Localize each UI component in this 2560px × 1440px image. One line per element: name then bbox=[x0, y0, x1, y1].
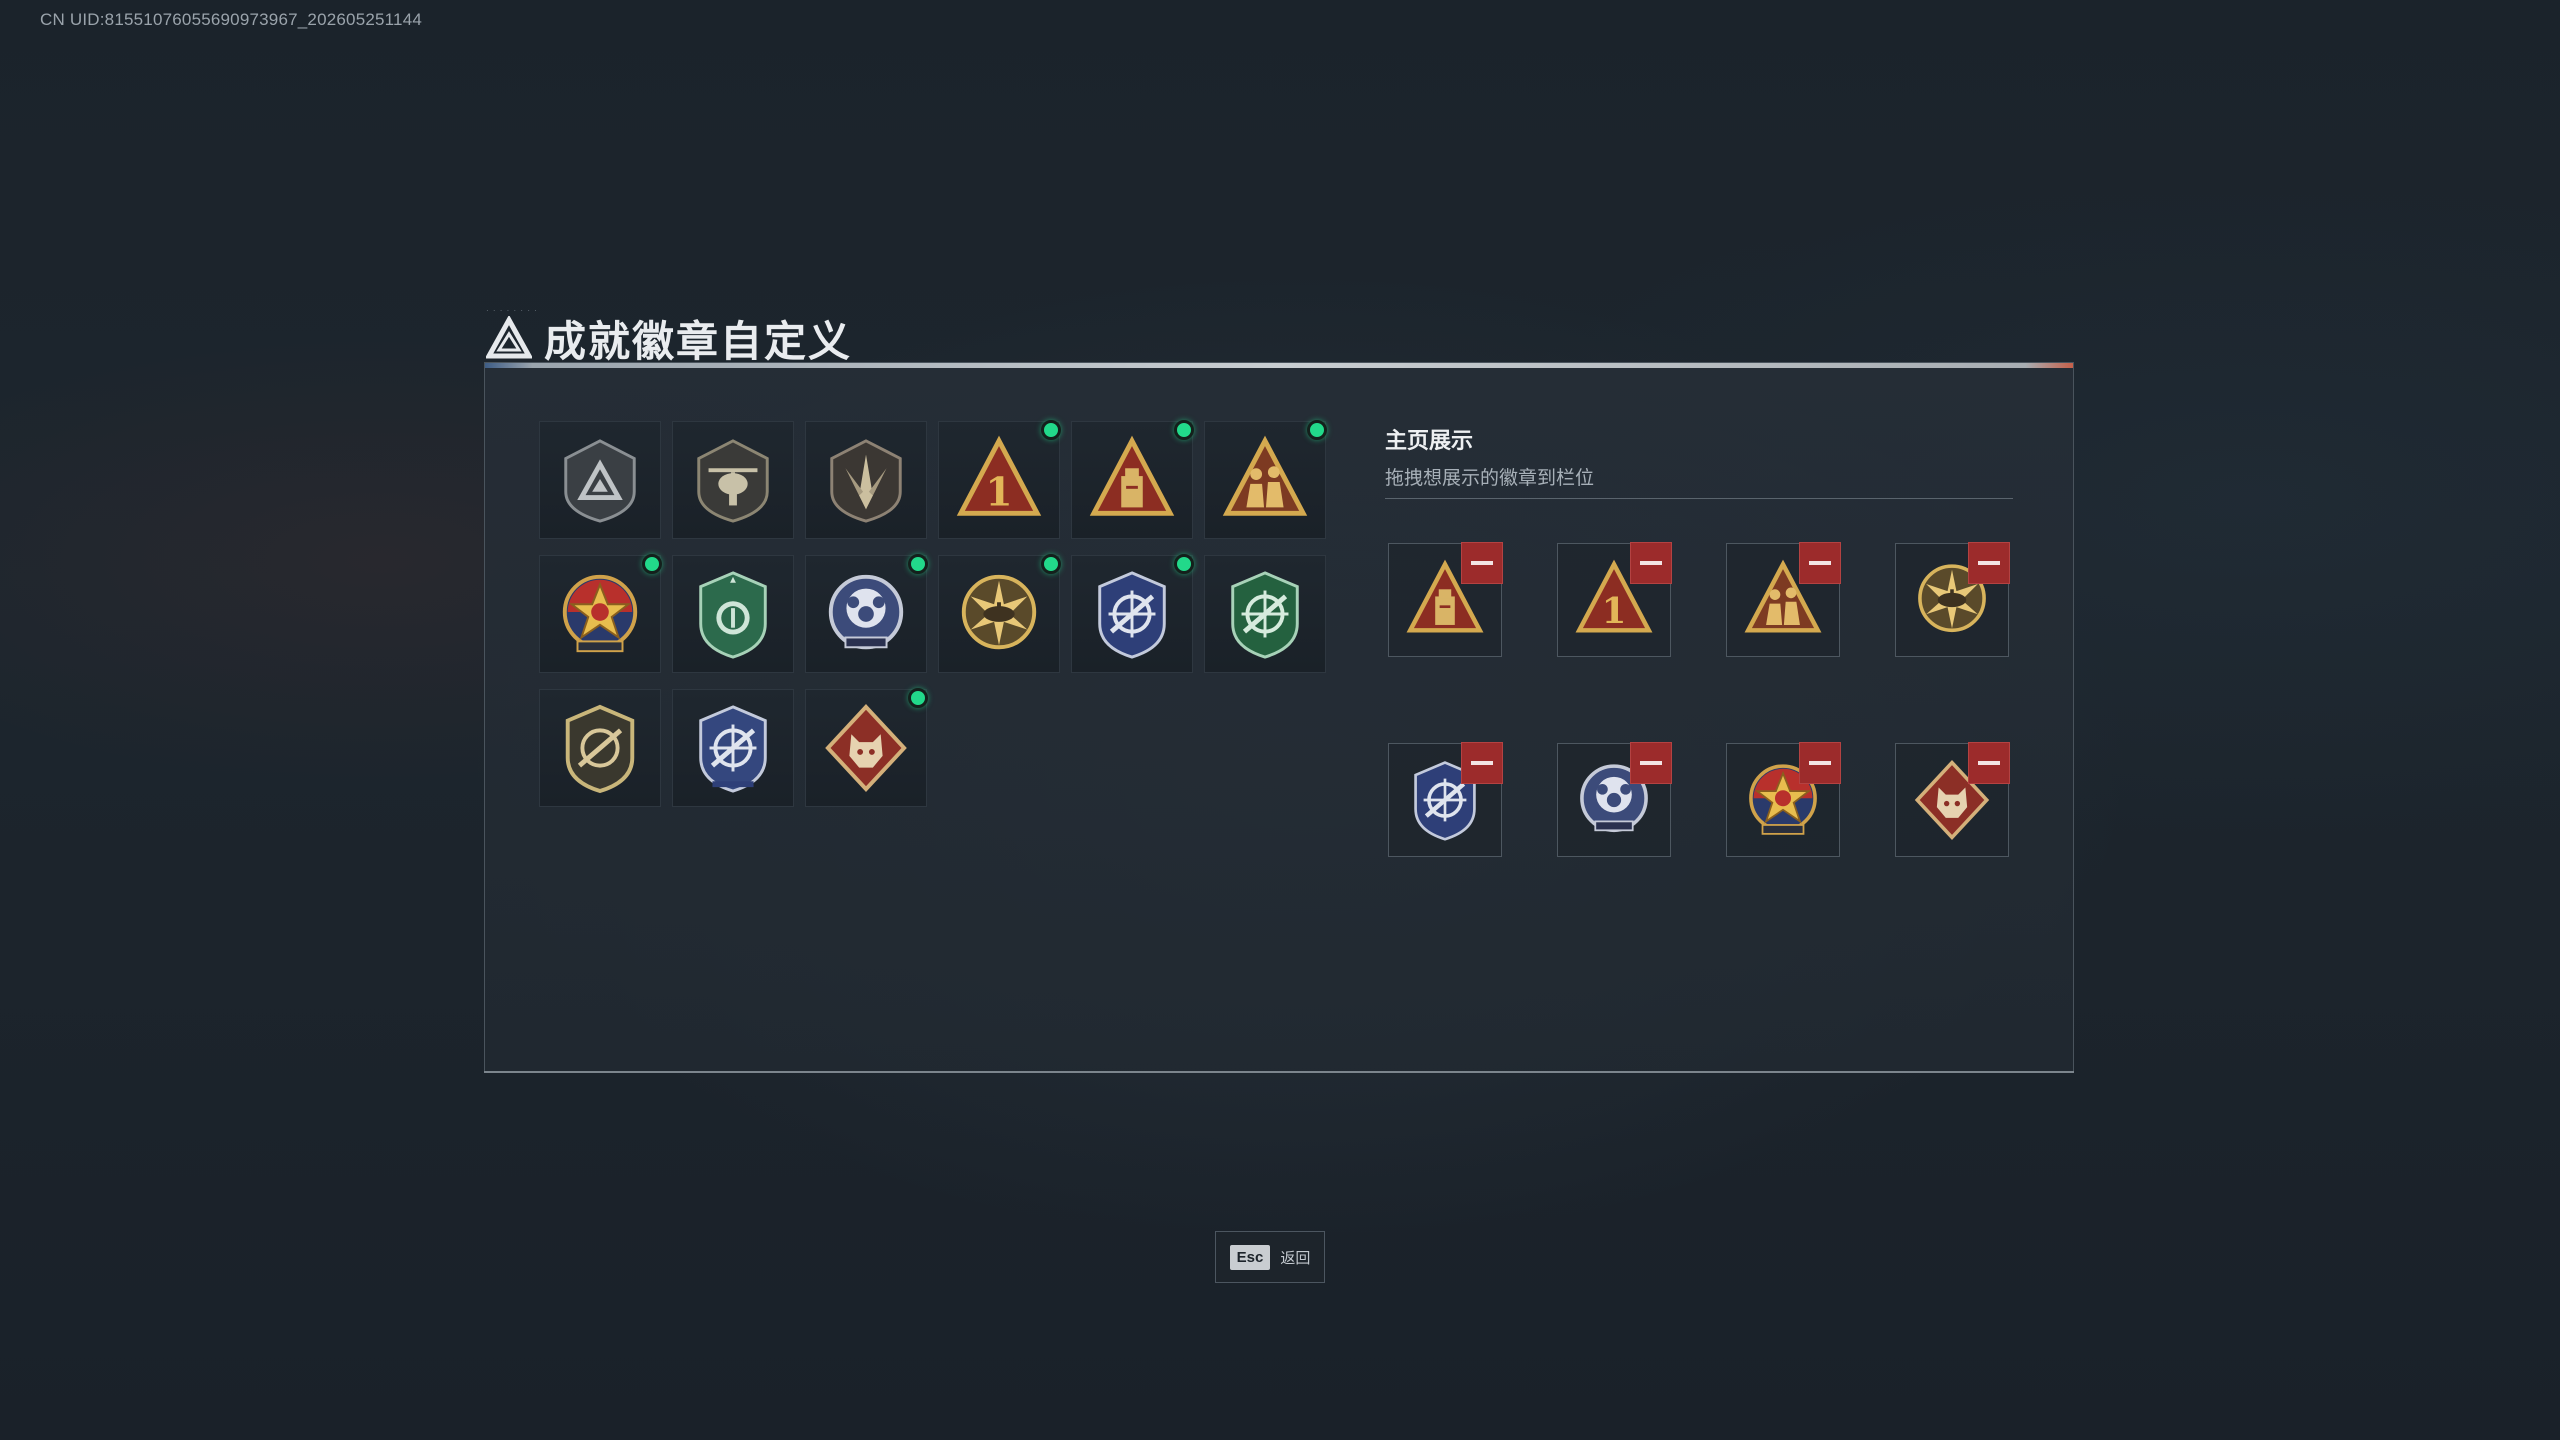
showcase-divider bbox=[1385, 498, 2013, 499]
remove-badge-button[interactable] bbox=[1461, 542, 1503, 584]
triangle-logo-icon bbox=[486, 315, 532, 358]
badge-cell-dark-shield-triangle-badge[interactable] bbox=[539, 421, 661, 539]
showcase-title: 主页展示 bbox=[1385, 428, 1474, 453]
badge-cell-blue-crosshair-rifle-badge-alt[interactable] bbox=[672, 689, 794, 807]
blue-crosshair-rifle-badge-icon bbox=[1098, 571, 1166, 659]
red-triangle-number-one-badge-icon: 1 bbox=[956, 435, 1042, 516]
gold-sunburst-tank-badge-icon bbox=[961, 574, 1037, 650]
page-header: 成就徽章自定义 bbox=[486, 308, 852, 369]
dark-shield-blade-badge-icon bbox=[830, 439, 902, 523]
minus-icon bbox=[1640, 561, 1662, 565]
dark-shield-triangle-badge-icon bbox=[564, 439, 636, 523]
minus-icon bbox=[1978, 561, 2000, 565]
badge-cell-green-shield-badge[interactable] bbox=[672, 555, 794, 673]
blue-crosshair-rifle-badge-alt-icon bbox=[699, 705, 767, 793]
remove-badge-button[interactable] bbox=[1968, 742, 2010, 784]
minus-icon bbox=[1640, 761, 1662, 765]
back-button[interactable]: Esc 返回 bbox=[1215, 1231, 1325, 1283]
new-indicator-dot bbox=[1041, 420, 1061, 440]
showcase-subtitle: 拖拽想展示的徽章到栏位 bbox=[1385, 468, 1595, 489]
new-indicator-dot bbox=[1307, 420, 1327, 440]
minus-icon bbox=[1471, 561, 1493, 565]
remove-badge-button[interactable] bbox=[1461, 742, 1503, 784]
new-indicator-dot bbox=[908, 688, 928, 708]
minus-icon bbox=[1978, 761, 2000, 765]
new-indicator-dot bbox=[1174, 420, 1194, 440]
remove-badge-button[interactable] bbox=[1968, 542, 2010, 584]
badge-customize-panel: 1 主页展示 拖拽想展示的徽章到栏位 1 bbox=[484, 362, 2074, 1073]
showcase-slot-2[interactable]: 1 bbox=[1557, 542, 1672, 657]
svg-text:1: 1 bbox=[1602, 591, 1627, 632]
showcase-slot-3[interactable] bbox=[1726, 542, 1841, 657]
badge-cell-gold-shield-rifle-badge[interactable] bbox=[539, 689, 661, 807]
back-label: 返回 bbox=[1280, 1249, 1311, 1267]
showcase-slot-4[interactable] bbox=[1895, 542, 2010, 657]
gold-shield-rifle-badge-icon bbox=[565, 704, 635, 793]
new-indicator-dot bbox=[1041, 554, 1061, 574]
showcase-slot-8[interactable] bbox=[1895, 742, 2010, 857]
blue-paws-badge-icon bbox=[828, 574, 904, 650]
panel-bottom-line bbox=[484, 1071, 2074, 1073]
showcase-header: 主页展示 拖拽想展示的徽章到栏位 bbox=[1385, 423, 1594, 490]
showcase-slot-5[interactable] bbox=[1388, 742, 1503, 857]
new-indicator-dot bbox=[642, 554, 662, 574]
red-triangle-tower-badge-icon bbox=[1089, 435, 1175, 516]
esc-key-icon: Esc bbox=[1229, 1244, 1271, 1270]
green-crosshair-shield-badge-icon bbox=[1231, 571, 1299, 659]
badge-cell-red-triangle-soldiers-badge[interactable] bbox=[1204, 420, 1327, 539]
green-shield-badge-icon bbox=[699, 571, 767, 659]
showcase-slot-6[interactable] bbox=[1557, 742, 1672, 857]
red-diamond-wolf-badge-icon bbox=[825, 704, 907, 792]
remove-badge-button[interactable] bbox=[1799, 542, 1841, 584]
svg-text:1: 1 bbox=[985, 469, 1012, 515]
badge-cell-red-triangle-tower-badge[interactable] bbox=[1071, 420, 1194, 539]
remove-badge-button[interactable] bbox=[1630, 542, 1672, 584]
new-indicator-dot bbox=[1174, 554, 1194, 574]
uid-label: CN UID:81551076055690973967_202605251144 bbox=[40, 10, 423, 29]
dark-shield-helicopter-badge-icon bbox=[697, 439, 769, 523]
showcase-slot-7[interactable] bbox=[1726, 742, 1841, 857]
remove-badge-button[interactable] bbox=[1799, 742, 1841, 784]
badge-cell-red-diamond-wolf-badge[interactable] bbox=[805, 688, 928, 807]
badge-cell-dark-shield-helicopter-badge[interactable] bbox=[672, 421, 794, 539]
showcase-slot-1[interactable] bbox=[1388, 542, 1503, 657]
panel-top-bar bbox=[485, 363, 2073, 368]
minus-icon bbox=[1809, 761, 1831, 765]
new-indicator-dot bbox=[908, 554, 928, 574]
minus-icon bbox=[1809, 561, 1831, 565]
minus-icon bbox=[1471, 761, 1493, 765]
badge-cell-green-crosshair-shield-badge[interactable] bbox=[1204, 555, 1326, 673]
page-title: 成就徽章自定义 bbox=[544, 318, 853, 365]
badge-cell-gold-sunburst-tank-badge[interactable] bbox=[938, 554, 1061, 673]
badge-cell-star-medal-badge[interactable] bbox=[539, 554, 662, 673]
badge-cell-red-triangle-number-one-badge[interactable]: 1 bbox=[938, 420, 1061, 539]
star-medal-badge-icon bbox=[562, 574, 638, 653]
badge-cell-dark-shield-blade-badge[interactable] bbox=[805, 421, 927, 539]
badge-cell-blue-paws-badge[interactable] bbox=[805, 554, 928, 673]
badge-cell-blue-crosshair-rifle-badge[interactable] bbox=[1071, 554, 1194, 673]
red-triangle-soldiers-badge-icon bbox=[1222, 435, 1308, 516]
remove-badge-button[interactable] bbox=[1630, 742, 1672, 784]
